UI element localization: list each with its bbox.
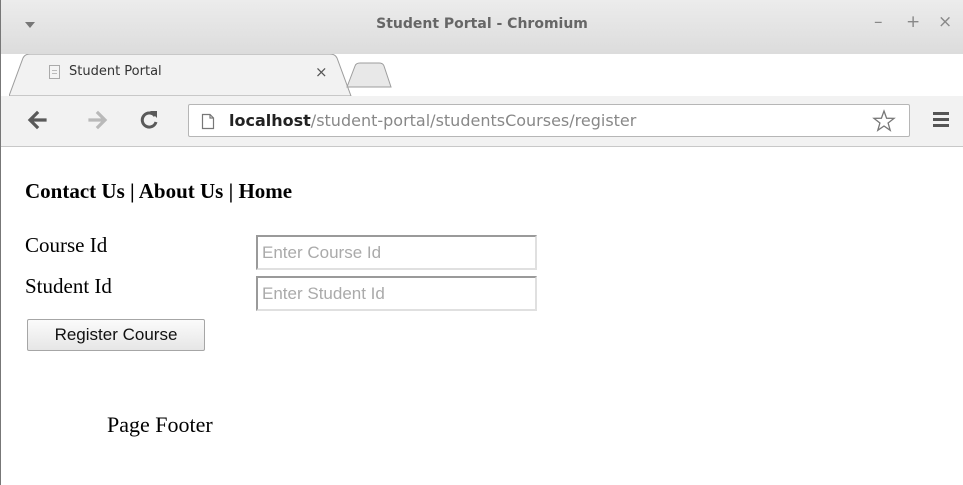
tab-student-portal[interactable]: Student Portal ×: [9, 54, 354, 96]
title-bar: Student Portal - Chromium – + ×: [1, 0, 963, 54]
page-content: Contact Us | About Us | Home Course Id S…: [1, 147, 963, 485]
back-button[interactable]: [25, 108, 49, 132]
tab-title: Student Portal: [69, 64, 162, 79]
url-path: /student-portal/studentsCourses/register: [310, 111, 637, 130]
page-footer: Page Footer: [107, 412, 213, 437]
hamburger-line: [933, 118, 949, 121]
hamburger-line: [933, 124, 949, 127]
course-id-input[interactable]: [256, 235, 537, 270]
new-tab-icon: [346, 62, 392, 88]
page-icon: [49, 65, 60, 79]
tab-shape: [9, 54, 352, 96]
forward-arrow-icon: [88, 110, 108, 130]
about-us-link[interactable]: About Us: [139, 179, 224, 203]
hamburger-line: [933, 112, 949, 115]
new-tab-button[interactable]: [345, 62, 393, 93]
reload-icon: [140, 111, 158, 129]
address-bar[interactable]: localhost/student-portal/studentsCourses…: [188, 104, 910, 137]
student-id-label: Student Id: [25, 274, 112, 298]
student-id-input[interactable]: [256, 276, 537, 311]
tab-close-button[interactable]: ×: [315, 63, 328, 81]
back-arrow-icon: [27, 110, 47, 130]
page-icon: [201, 113, 215, 130]
register-course-button[interactable]: Register Course: [27, 319, 205, 351]
window-title: Student Portal - Chromium: [376, 16, 588, 32]
url-host: localhost: [229, 111, 311, 130]
hamburger-menu-icon[interactable]: [933, 112, 949, 128]
browser-window: Student Portal - Chromium – + × Student …: [0, 0, 963, 485]
url-text[interactable]: localhost/student-portal/studentsCourses…: [229, 111, 636, 130]
reload-button[interactable]: [137, 108, 161, 132]
nav-separator: |: [223, 179, 239, 203]
top-nav: Contact Us | About Us | Home: [25, 179, 292, 204]
home-link[interactable]: Home: [238, 179, 292, 203]
forward-button[interactable]: [86, 108, 110, 132]
close-window-button[interactable]: ×: [938, 12, 952, 32]
minimize-button[interactable]: –: [874, 12, 883, 32]
maximize-button[interactable]: +: [906, 12, 920, 32]
star-icon[interactable]: [872, 109, 896, 133]
course-id-label: Course Id: [25, 233, 108, 257]
nav-separator: |: [124, 179, 139, 203]
browser-toolbar: localhost/student-portal/studentsCourses…: [1, 96, 963, 147]
contact-us-link[interactable]: Contact Us: [25, 179, 125, 203]
